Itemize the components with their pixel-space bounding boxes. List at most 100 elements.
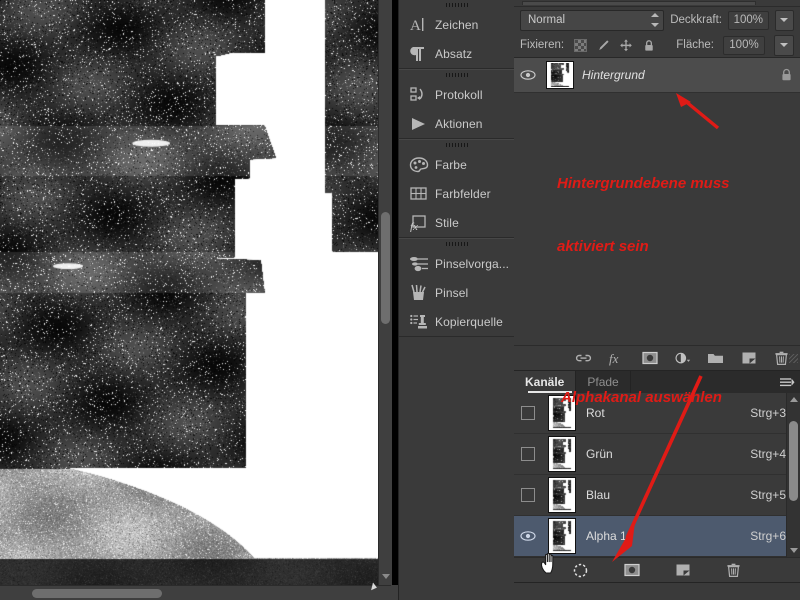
save-selection-as-channel-icon[interactable] [623, 562, 640, 579]
channels-scroll-thumb[interactable] [789, 421, 798, 501]
chevron-down-icon [780, 43, 788, 47]
annotation-line-1: Alphakanal auswählen [561, 389, 722, 406]
dock-label: Absatz [435, 46, 473, 61]
lock-image-pixels-icon[interactable] [596, 38, 610, 52]
empty-visibility-box-icon[interactable] [521, 488, 535, 502]
chevron-down-icon [780, 18, 789, 22]
layer-thumbnail[interactable] [542, 61, 578, 89]
scroll-down-arrow-icon[interactable] [790, 548, 798, 553]
fill-dropdown-button[interactable] [774, 34, 794, 56]
swatches-grid-icon [409, 183, 435, 205]
channel-thumbnail[interactable] [542, 477, 582, 513]
channel-row-blau[interactable]: Blau Strg+5 [514, 475, 800, 516]
dock-item-aktionen[interactable]: Aktionen [399, 109, 515, 138]
channels-scrollbar[interactable] [786, 393, 800, 557]
delete-layer-icon[interactable] [773, 350, 790, 367]
clone-source-icon [409, 311, 435, 333]
dock-item-protokoll[interactable]: Protokoll [399, 80, 515, 109]
scroll-up-arrow-icon[interactable] [790, 397, 798, 402]
photoshop-window: A Zeichen Absatz Protokoll Aktionen Farb… [0, 0, 800, 600]
panel-grip[interactable] [399, 140, 515, 150]
dock-label: Protokoll [435, 87, 483, 102]
lock-all-icon[interactable] [642, 38, 656, 52]
scroll-corner [391, 585, 398, 600]
new-channel-icon[interactable] [674, 562, 691, 579]
collapsed-panel-dock: A Zeichen Absatz Protokoll Aktionen Farb… [398, 0, 516, 600]
dock-item-absatz[interactable]: Absatz [399, 39, 515, 68]
fill-value[interactable]: 100% [723, 35, 765, 55]
dock-item-farbfelder[interactable]: Farbfelder [399, 179, 515, 208]
dock-group-type: A Zeichen Absatz [399, 0, 515, 69]
dock-label: Stile [435, 215, 459, 230]
dock-group-color: Farbe Farbfelder fx Stile [399, 139, 515, 238]
chevron-updown-icon[interactable] [650, 12, 659, 27]
layers-blend-row: Normal Deckkraft: 100% [514, 7, 800, 33]
empty-visibility-box-icon[interactable] [521, 447, 535, 461]
opacity-value[interactable]: 100% [727, 10, 769, 30]
channel-visibility-toggle[interactable] [514, 447, 542, 461]
panel-resize-grip[interactable] [789, 354, 798, 363]
annotation-hintergrundebene: Hintergrundebene muss aktiviert sein [557, 131, 730, 299]
delete-channel-icon[interactable] [725, 562, 742, 579]
brush-presets-icon [409, 253, 435, 275]
lock-label: Fixieren: [520, 39, 565, 51]
blend-mode-value: Normal [528, 14, 566, 26]
layers-lock-row: Fixieren: Fläche: 100% [514, 33, 800, 58]
canvas-vertical-scrollbar[interactable] [378, 0, 392, 585]
layers-list: Hintergrund [514, 58, 800, 93]
dock-label: Zeichen [435, 17, 479, 32]
annotation-alphakanal: Alphakanal auswählen [561, 345, 722, 450]
actions-play-icon [409, 113, 435, 135]
history-icon [409, 84, 435, 106]
panel-grip[interactable] [399, 0, 515, 10]
styles-fx-icon: fx [409, 212, 435, 234]
dock-label: Aktionen [435, 116, 483, 131]
canvas-horizontal-scrollbar[interactable] [0, 585, 391, 600]
fill-label: Fläche: [676, 39, 714, 51]
channel-thumbnail[interactable] [542, 518, 582, 554]
panel-grip[interactable] [399, 239, 515, 249]
canvas-image[interactable] [0, 0, 378, 585]
layer-row-hintergrund[interactable]: Hintergrund [514, 58, 800, 93]
dock-label: Pinselvorga... [435, 256, 510, 271]
canvas-vscroll-thumb[interactable] [381, 212, 390, 324]
panel-grip[interactable] [399, 70, 515, 80]
annotation-line-2: aktiviert sein [557, 238, 649, 255]
dock-label: Kopierquelle [435, 314, 503, 329]
channel-name: Alpha 1 [586, 529, 627, 543]
dock-item-pinsel[interactable]: Pinsel [399, 278, 515, 307]
dock-item-kopierquelle[interactable]: Kopierquelle [399, 307, 515, 336]
channel-visibility-toggle[interactable] [514, 406, 542, 420]
new-layer-icon[interactable] [740, 350, 757, 367]
channel-name: Blau [586, 488, 611, 502]
lock-position-icon[interactable] [619, 38, 633, 52]
dock-item-zeichen[interactable]: A Zeichen [399, 10, 515, 39]
document-canvas[interactable] [0, 0, 398, 600]
dock-item-stile[interactable]: fx Stile [399, 208, 515, 237]
blend-mode-select[interactable]: Normal [520, 9, 665, 31]
dock-item-pinselvorgaben[interactable]: Pinselvorga... [399, 249, 515, 278]
dock-label: Farbfelder [435, 186, 491, 201]
layer-visibility-toggle[interactable] [514, 69, 542, 81]
hand-cursor-icon [540, 552, 554, 574]
lock-transparency-icon[interactable] [573, 38, 587, 52]
right-panel-stack: Normal Deckkraft: 100% Fixieren: Fläche:… [514, 0, 800, 600]
character-icon: A [409, 14, 435, 36]
eye-icon [520, 531, 536, 541]
scroll-down-arrow-icon[interactable] [382, 574, 390, 579]
opacity-label: Deckkraft: [670, 14, 722, 26]
panel-tab-strip[interactable] [522, 1, 756, 5]
layers-panel-header-edge [514, 0, 800, 7]
channel-visibility-toggle[interactable] [514, 488, 542, 502]
opacity-dropdown-button[interactable] [774, 9, 795, 31]
svg-text:fx: fx [410, 221, 418, 232]
channel-visibility-toggle[interactable] [514, 530, 542, 542]
panel-menu-icon[interactable] [774, 371, 800, 393]
brush-jar-icon [409, 282, 435, 304]
canvas-hscroll-thumb[interactable] [32, 589, 162, 598]
layer-name[interactable]: Hintergrund [578, 68, 772, 82]
empty-visibility-box-icon[interactable] [521, 406, 535, 420]
dock-item-farbe[interactable]: Farbe [399, 150, 515, 179]
annotation-line-1: Hintergrundebene muss [557, 175, 730, 192]
load-channel-as-selection-icon[interactable] [572, 562, 589, 579]
